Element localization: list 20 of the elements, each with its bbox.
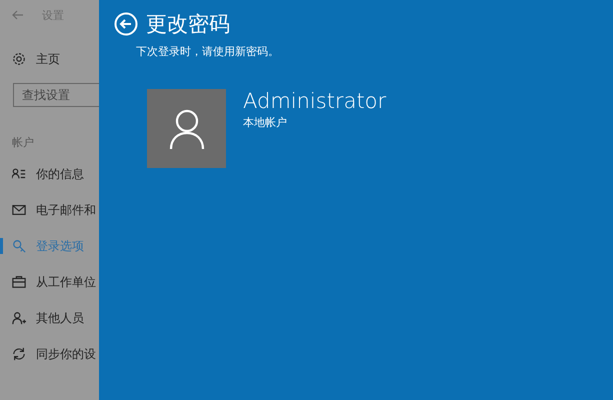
nav-item[interactable]: 从工作单位	[0, 264, 99, 300]
subtitle: 下次登录时，请使用新密码。	[136, 44, 280, 59]
key-icon	[12, 239, 26, 253]
person-list-icon	[12, 167, 26, 181]
briefcase-icon	[12, 275, 26, 289]
person-add-icon	[12, 311, 26, 325]
section-heading: 帐户	[12, 135, 35, 150]
nav-item[interactable]: 你的信息	[0, 156, 99, 192]
account-type: 本地帐户	[243, 115, 288, 130]
nav-item[interactable]: 电子邮件和	[0, 192, 99, 228]
home-link[interactable]: 主页	[36, 50, 60, 68]
back-icon[interactable]	[114, 12, 138, 36]
nav-item[interactable]: 同步你的设	[0, 336, 99, 372]
sync-icon	[12, 347, 26, 361]
nav-item[interactable]: 其他人员	[0, 300, 99, 336]
gear-icon	[12, 52, 26, 66]
mail-icon	[12, 203, 26, 217]
person-icon	[168, 108, 204, 148]
user-name: Administrator	[243, 89, 386, 113]
page-title: 更改密码	[146, 11, 230, 38]
